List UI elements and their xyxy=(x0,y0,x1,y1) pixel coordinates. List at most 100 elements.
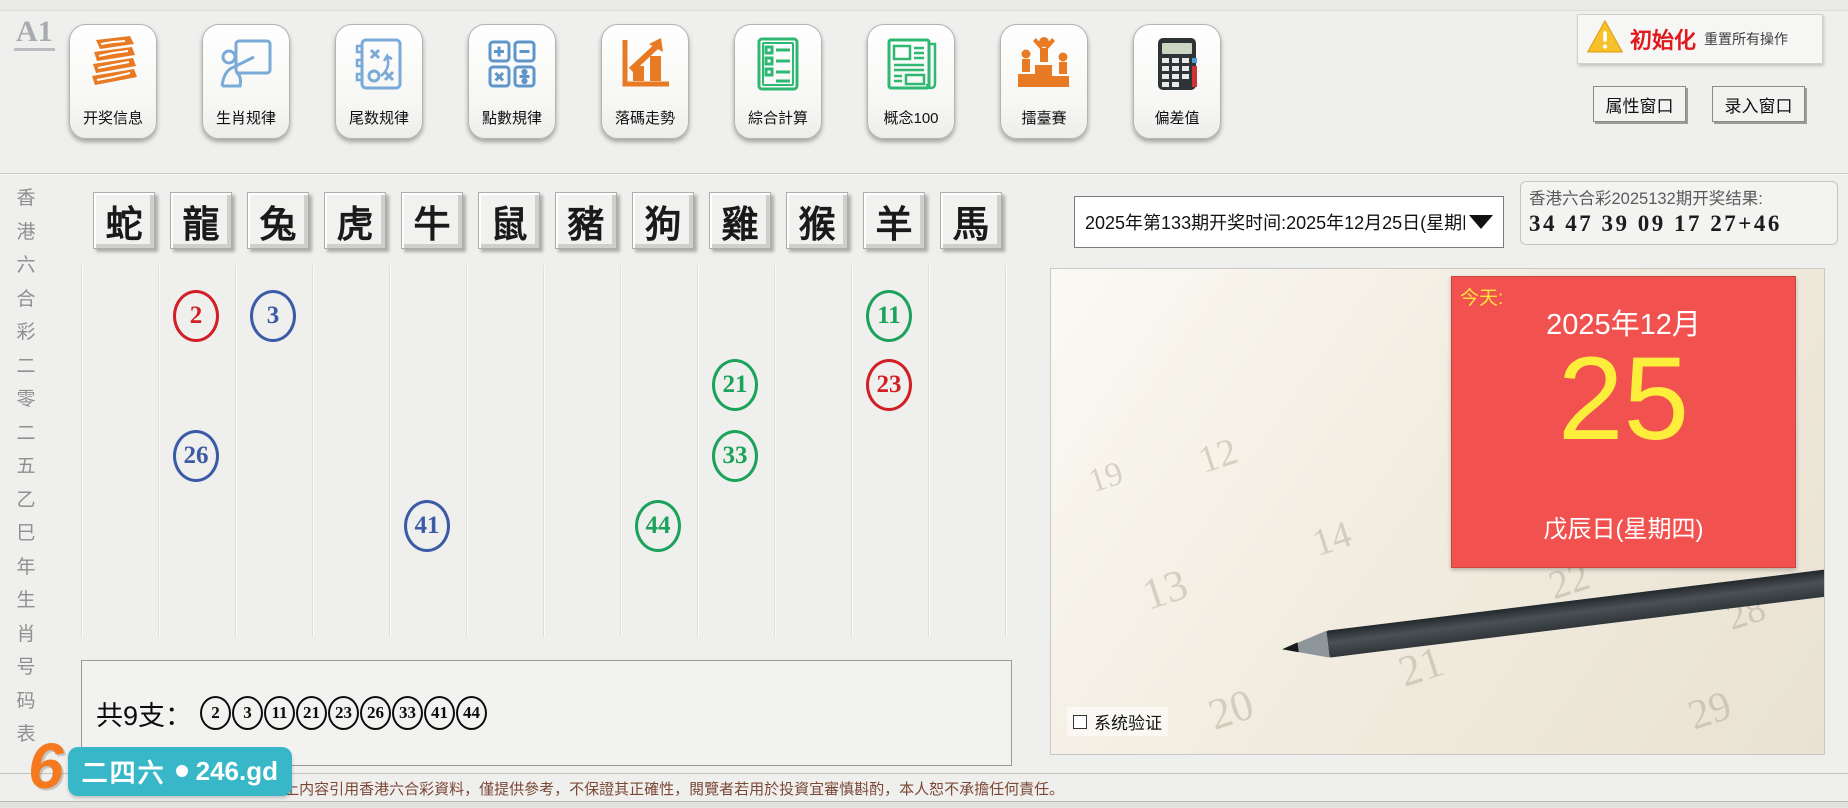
toolbar-button-trend[interactable]: 落碼走勢 xyxy=(601,24,689,139)
checklist-icon xyxy=(746,25,810,101)
zodiac-button[interactable]: 牛 xyxy=(401,192,463,249)
vertical-title-char: 合 xyxy=(16,288,36,310)
pencil-lead xyxy=(1281,642,1299,655)
grid-column-line xyxy=(81,265,82,637)
period-dropdown[interactable]: 2025年第133期开奖时间:2025年12月25日(星期四 xyxy=(1074,196,1504,248)
summary-ball: 41 xyxy=(424,696,456,730)
zodiac-button[interactable]: 鼠 xyxy=(478,192,540,249)
calendar-faint-number: 20 xyxy=(1202,679,1260,740)
zodiac-button[interactable]: 蛇 xyxy=(93,192,155,249)
toolbar-label: 點數規律 xyxy=(481,110,542,127)
grid-column-line xyxy=(620,265,621,637)
summary-ball-list: 2 3 11 21 23 26 33 41 44 xyxy=(200,696,488,730)
zodiac-button[interactable]: 羊 xyxy=(863,192,925,249)
vertical-title-char: 码 xyxy=(16,690,36,712)
grid-column-line xyxy=(697,265,698,637)
number-ball[interactable]: 41 xyxy=(404,500,450,552)
zodiac-button[interactable]: 虎 xyxy=(324,192,386,249)
window-bottom-edge xyxy=(0,801,1848,808)
zodiac-button[interactable]: 馬 xyxy=(940,192,1002,249)
toolbar-label: 綜合計算 xyxy=(747,110,808,127)
teacher-board-icon xyxy=(214,25,278,101)
grid-column-line xyxy=(1005,265,1006,637)
vertical-title-char: 肖 xyxy=(16,623,36,645)
summary-count-label: 共9支： xyxy=(96,700,193,731)
toolbar-label: 生肖规律 xyxy=(215,110,276,127)
grid-column-line xyxy=(466,265,467,637)
vertical-title-char: 号 xyxy=(16,657,36,678)
grid-column-line xyxy=(928,265,929,637)
zodiac-button[interactable]: 龍 xyxy=(170,192,232,249)
calendar-faint-number: 14 xyxy=(1307,513,1357,565)
vertical-title-char: 六 xyxy=(16,255,36,276)
summary-ball: 26 xyxy=(360,696,392,730)
newspaper-icon xyxy=(879,25,943,101)
toolbar-button-composite-calc[interactable]: 綜合計算 xyxy=(734,24,822,139)
number-ball[interactable]: 44 xyxy=(635,500,681,552)
toolbar-label: 偏差值 xyxy=(1154,110,1200,127)
summary-ball: 11 xyxy=(264,696,296,730)
summary-ball: 2 xyxy=(200,696,232,730)
strategy-notebook-icon xyxy=(347,25,411,101)
grid-column-line xyxy=(774,265,775,637)
summary-ball: 21 xyxy=(296,696,328,730)
initialize-button[interactable]: 初始化 重置所有操作 xyxy=(1577,14,1823,64)
calendar-faint-number: 29 xyxy=(1682,682,1738,740)
zodiac-button[interactable]: 狗 xyxy=(632,192,694,249)
system-verify-checkbox-row[interactable]: 系统验证 xyxy=(1067,707,1168,736)
summary-ball: 23 xyxy=(328,696,360,730)
window-top-strip xyxy=(0,0,1848,11)
date-card-day-info: 戊辰日(星期四) xyxy=(1543,516,1704,543)
grid-column-line xyxy=(851,265,852,637)
entry-window-button[interactable]: 录入窗口 xyxy=(1712,86,1805,122)
vertical-title-char: 巳 xyxy=(16,523,36,544)
zodiac-button[interactable]: 兔 xyxy=(247,192,309,249)
number-ball[interactable]: 23 xyxy=(866,359,912,411)
number-ball[interactable]: 11 xyxy=(866,290,912,342)
system-verify-label: 系统验证 xyxy=(1094,714,1162,733)
zodiac-button[interactable]: 豬 xyxy=(555,192,617,249)
toolbar-button-draw-info[interactable]: 开奖信息 xyxy=(69,24,157,139)
toolbar-button-zodiac-rules[interactable]: 生肖规律 xyxy=(202,24,290,139)
date-card-day: 25 xyxy=(1557,333,1690,465)
toolbar-button-concept-100[interactable]: 概念100 xyxy=(867,24,955,139)
checkbox-icon[interactable] xyxy=(1073,714,1087,729)
toolbar-divider xyxy=(0,173,1848,175)
calendar-faint-number: 13 xyxy=(1136,559,1194,620)
vertical-title-char: 二 xyxy=(16,422,36,444)
number-ball[interactable]: 26 xyxy=(173,430,219,482)
init-subtitle: 重置所有操作 xyxy=(1704,31,1789,47)
vertical-title-char: 乙 xyxy=(16,489,36,511)
zodiac-button[interactable]: 猴 xyxy=(786,192,848,249)
vertical-title-char: 港 xyxy=(16,221,36,243)
vertical-title-char: 零 xyxy=(16,389,36,410)
watermark: 6 二四六 246.gd xyxy=(28,730,292,802)
vertical-title-char: 生 xyxy=(16,590,36,611)
grid-column-line xyxy=(158,265,159,637)
number-ball[interactable]: 2 xyxy=(173,290,219,342)
toolbar-button-tail-rules[interactable]: 尾数规律 xyxy=(335,24,423,139)
period-dropdown-value: 2025年第133期开奖时间:2025年12月25日(星期四 xyxy=(1085,213,1465,233)
calendar-faint-number: 12 xyxy=(1193,430,1243,482)
properties-window-button[interactable]: 属性窗口 xyxy=(1593,86,1686,122)
toolbar-label: 概念100 xyxy=(883,110,939,127)
disclaimer-text: ※ 以上内容引用香港六合彩資料，僅提供參考，不保證其正確性，閱覽者若用於投資宜審… xyxy=(250,781,1065,798)
toolbar-button-deviation[interactable]: 偏差值 xyxy=(1133,24,1221,139)
number-ball[interactable]: 3 xyxy=(250,290,296,342)
draw-result-title: 香港六合彩2025132期开奖结果: xyxy=(1529,190,1763,208)
calendar-faint-number: 19 xyxy=(1083,454,1128,501)
podium-winners-icon xyxy=(1012,25,1076,101)
math-operators-icon xyxy=(480,25,544,101)
grid-column-line xyxy=(543,265,544,637)
watermark-six-logo: 6 xyxy=(28,730,64,802)
toolbar-button-arena[interactable]: 擂臺賽 xyxy=(1000,24,1088,139)
warning-icon xyxy=(1586,19,1624,60)
chevron-down-icon xyxy=(1469,215,1493,229)
zodiac-button[interactable]: 雞 xyxy=(709,192,771,249)
bar-chart-arrow-icon xyxy=(613,25,677,101)
number-ball[interactable]: 21 xyxy=(712,359,758,411)
toolbar-button-point-rules[interactable]: 點數規律 xyxy=(468,24,556,139)
summary-ball: 33 xyxy=(392,696,424,730)
number-ball[interactable]: 33 xyxy=(712,430,758,482)
summary-ball: 44 xyxy=(456,696,488,730)
